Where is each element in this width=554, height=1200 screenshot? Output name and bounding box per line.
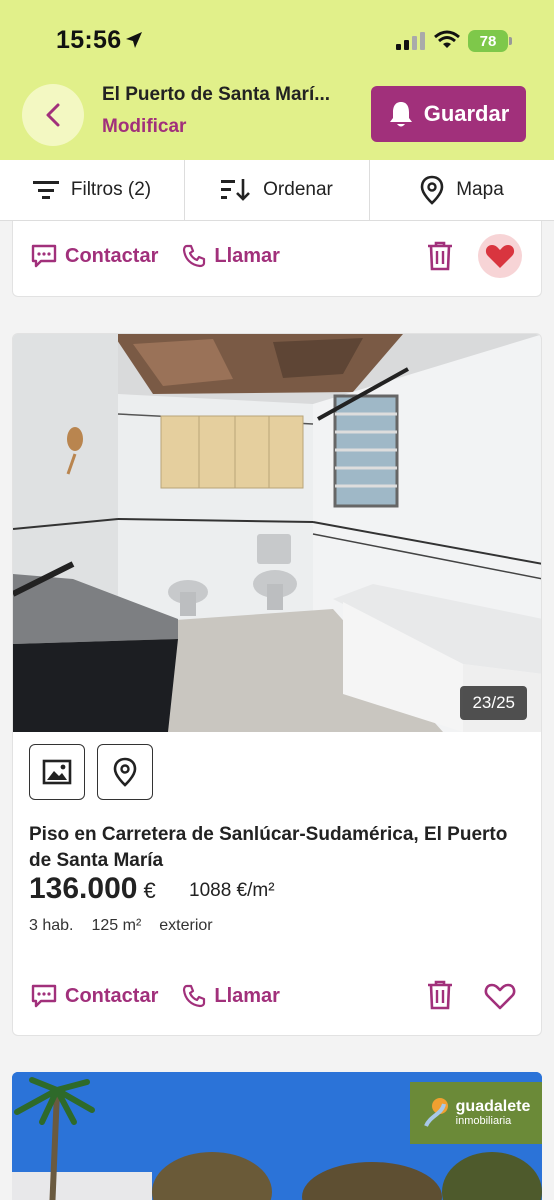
heart-outline-icon (484, 983, 516, 1010)
listing-features: 3 hab. 125 m² exterior (29, 917, 213, 935)
battery-level: 78 (479, 32, 497, 50)
listing-card-previous: Contactar Llamar (12, 221, 542, 297)
call-label: Llamar (214, 244, 280, 267)
image-icon (42, 759, 72, 785)
listing-photo[interactable]: 23/25 (13, 334, 541, 732)
chat-icon (31, 244, 57, 268)
modify-search-link[interactable]: Modificar (102, 116, 186, 138)
discard-button[interactable] (427, 980, 453, 1010)
favorite-button[interactable] (478, 234, 522, 278)
map-label: Mapa (456, 179, 504, 200)
results-toolbar: Filtros (2) Ordenar Mapa (0, 160, 554, 221)
agency-subtitle: inmobiliaria (455, 1115, 512, 1127)
trash-icon (428, 980, 452, 1010)
contact-button[interactable]: Contactar (31, 984, 158, 1008)
status-bar: 15:56 78 (0, 0, 554, 80)
filters-tab[interactable]: Filtros (2) (0, 160, 185, 220)
agency-name: guadalete (455, 1098, 531, 1115)
heart-filled-icon (485, 245, 515, 268)
call-button[interactable]: Llamar (182, 244, 280, 268)
app-header: 15:56 78 El Puerto de Santa Marí... Modi… (0, 0, 554, 160)
cellular-signal-icon (396, 32, 425, 50)
chat-icon (31, 984, 57, 1008)
back-button[interactable] (22, 84, 84, 146)
listing-card: 23/25 Piso en Carretera de Sanlúcar-Suda… (12, 333, 542, 1036)
trash-icon (428, 241, 452, 271)
map-tab[interactable]: Mapa (370, 160, 554, 220)
agency-logo: guadalete inmobiliaria (410, 1082, 542, 1144)
listing-card-next[interactable]: guadalete inmobiliaria (12, 1072, 542, 1200)
location-arrow-icon (126, 32, 142, 48)
filters-label: Filtros (2) (70, 179, 152, 200)
feature-exterior: exterior (159, 917, 213, 934)
listing-price: 136.000 € (29, 872, 156, 906)
favorite-button[interactable] (478, 974, 522, 1018)
feature-rooms: 3 hab. (29, 917, 74, 934)
listing-title[interactable]: Piso en Carretera de Sanlúcar-Sudamérica… (29, 822, 509, 874)
phone-icon (183, 984, 206, 1008)
price-currency: € (143, 878, 156, 903)
photo-counter: 23/25 (460, 686, 527, 720)
contact-button[interactable]: Contactar (31, 244, 158, 268)
status-time: 15:56 (56, 26, 122, 54)
photos-button[interactable] (29, 744, 85, 800)
bathroom-photo (13, 334, 541, 732)
sort-label: Ordenar (263, 179, 333, 200)
save-search-label: Guardar (423, 101, 510, 126)
search-location-title: El Puerto de Santa Marí... (102, 84, 331, 105)
map-pin-icon (420, 175, 444, 205)
discard-button[interactable] (427, 241, 453, 271)
agency-logo-mark (423, 1098, 448, 1127)
call-label: Llamar (214, 984, 280, 1007)
agency-text: guadalete inmobiliaria (455, 1098, 531, 1128)
battery-icon: 78 (468, 30, 512, 52)
location-button[interactable] (97, 744, 153, 800)
phone-icon (183, 244, 206, 268)
price-value: 136.000 (29, 872, 138, 905)
map-pin-icon (113, 757, 137, 787)
feature-area: 125 m² (91, 917, 142, 934)
filter-icon (32, 181, 59, 199)
sort-tab[interactable]: Ordenar (185, 160, 370, 220)
wifi-icon (434, 30, 460, 48)
sort-icon (221, 179, 251, 201)
bell-icon (389, 102, 412, 127)
listing-actions: Contactar Llamar (31, 976, 280, 1016)
price-per-m2: 1088 €/m² (189, 880, 275, 901)
chevron-left-icon (46, 103, 60, 127)
save-search-button[interactable]: Guardar (371, 86, 526, 142)
call-button[interactable]: Llamar (182, 984, 280, 1008)
listing-actions: Contactar Llamar (31, 236, 280, 276)
contact-label: Contactar (65, 244, 159, 267)
contact-label: Contactar (65, 984, 159, 1007)
